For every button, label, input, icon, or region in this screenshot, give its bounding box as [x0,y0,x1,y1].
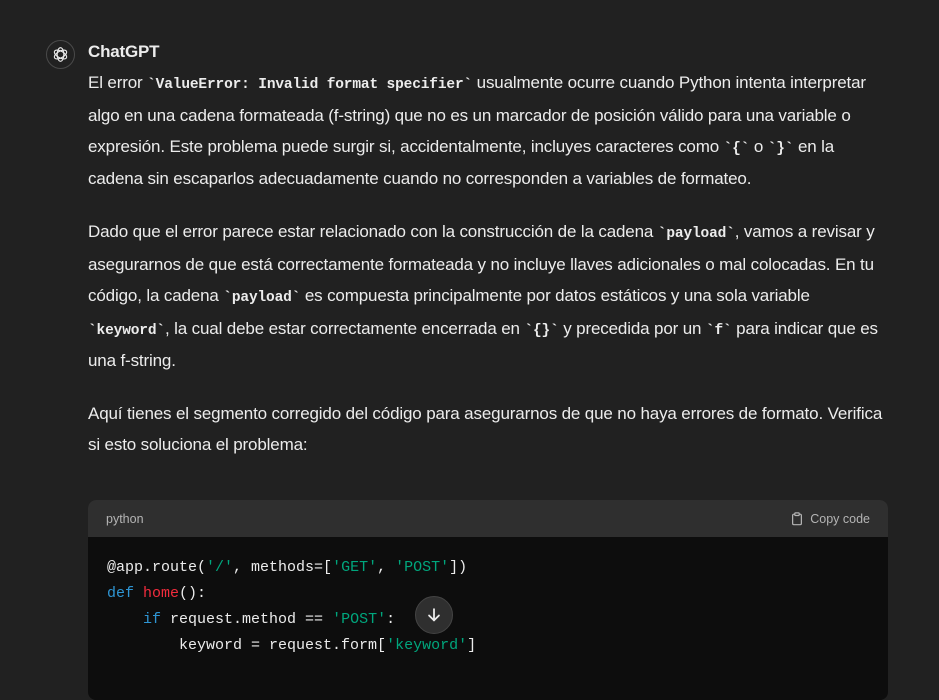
inline-code: `f` [705,322,732,339]
code-line: if request.method == 'POST': [143,611,396,628]
paragraph-2: Dado que el error parece estar relaciona… [88,222,878,371]
clipboard-icon [792,511,803,525]
inline-code: `{}` [524,322,559,339]
code-line: def home(): [107,585,207,602]
code-block: python Copy code @app.route('/', methods… [88,500,888,700]
inline-code: `payload` [657,226,735,243]
inline-code: `ValueError: Invalid format specifier` [147,77,473,93]
code-language-label: python [106,511,144,526]
scroll-to-bottom-button[interactable] [415,596,453,634]
message-body: El error `ValueError: Invalid format spe… [88,68,888,483]
inline-code: `keyword` [88,322,165,339]
arrow-down-icon [428,608,440,622]
code-line: @app.route('/', methods=['GET', 'POST']) [107,559,468,576]
paragraph-1: El error `ValueError: Invalid format spe… [88,73,866,189]
copy-code-button[interactable]: Copy code [790,512,870,526]
openai-logo-icon [53,47,68,62]
paragraph-3: Aquí tienes el segmento corregido del có… [88,404,883,454]
inline-code: `payload` [223,289,301,306]
chatgpt-avatar [46,40,75,69]
code-block-header: python Copy code [88,500,888,537]
code-line: keyword = request.form['keyword'] [179,637,477,654]
copy-code-label: Copy code [810,511,870,526]
inline-code: `}` [767,140,794,157]
code-content[interactable]: @app.route('/', methods=['GET', 'POST'])… [88,537,888,677]
sender-name: ChatGPT [88,42,160,61]
inline-code: `{` [723,140,750,157]
